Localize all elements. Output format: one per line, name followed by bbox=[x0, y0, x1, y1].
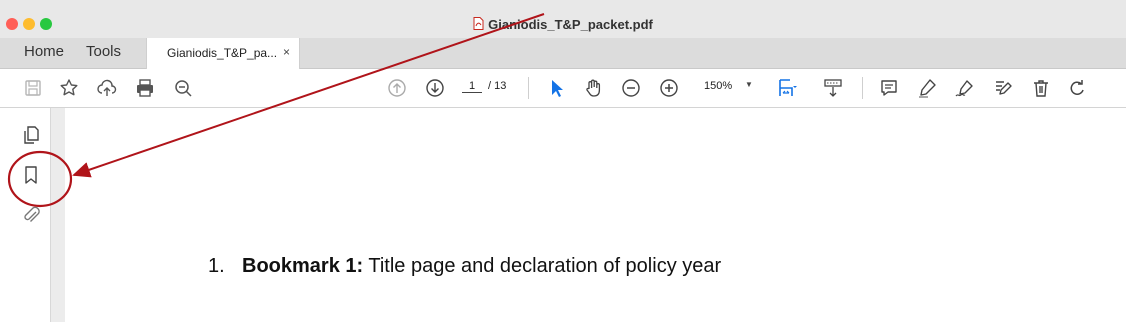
delete-icon[interactable] bbox=[1030, 77, 1052, 99]
left-navigation-rail bbox=[14, 108, 50, 322]
bookmark-icon[interactable] bbox=[20, 164, 42, 186]
toolbar: 1 / 13 150% ▼ bbox=[0, 69, 1126, 108]
rotate-icon[interactable] bbox=[1066, 77, 1088, 99]
window-title: Gianiodis_T&P_packet.pdf bbox=[0, 16, 1126, 33]
select-cursor-icon[interactable] bbox=[546, 77, 568, 99]
star-icon[interactable] bbox=[58, 77, 80, 99]
page-number-input[interactable]: 1 bbox=[462, 80, 482, 93]
fit-page-icon[interactable] bbox=[776, 77, 798, 99]
list-item-number: 1. bbox=[208, 255, 225, 277]
sign-icon[interactable] bbox=[954, 77, 976, 99]
pages-icon[interactable] bbox=[20, 124, 42, 146]
toolbar-divider bbox=[528, 77, 529, 99]
toolbar-divider-2 bbox=[862, 77, 863, 99]
list-item-heading: Bookmark 1: bbox=[242, 255, 364, 277]
window-title-text: Gianiodis_T&P_packet.pdf bbox=[488, 17, 653, 33]
close-tab-button[interactable]: × bbox=[283, 45, 290, 59]
zoom-in-icon[interactable] bbox=[658, 77, 680, 99]
upload-cloud-icon[interactable] bbox=[96, 77, 118, 99]
tab-home[interactable]: Home bbox=[24, 43, 64, 60]
document-page bbox=[65, 108, 1126, 322]
zoom-out-icon[interactable] bbox=[620, 77, 642, 99]
highlight-icon[interactable] bbox=[916, 77, 938, 99]
save-icon[interactable] bbox=[22, 77, 44, 99]
next-page-icon[interactable] bbox=[424, 77, 446, 99]
attachment-icon[interactable] bbox=[20, 204, 42, 226]
hand-icon[interactable] bbox=[582, 77, 604, 99]
scroll-mode-icon[interactable] bbox=[822, 77, 844, 99]
pdf-file-icon bbox=[473, 16, 484, 33]
edit-icon[interactable] bbox=[992, 77, 1014, 99]
tab-document-label: Gianiodis_T&P_pa... bbox=[167, 46, 278, 60]
bookmark-list-item: 1. Bookmark 1: Title page and declaration… bbox=[208, 255, 721, 278]
list-item-text: Title page and declaration of policy yea… bbox=[363, 255, 722, 277]
zoom-level-select[interactable]: 150% bbox=[704, 80, 732, 92]
zoom-search-icon[interactable] bbox=[172, 77, 194, 99]
prev-page-icon[interactable] bbox=[386, 77, 408, 99]
tab-tools[interactable]: Tools bbox=[86, 43, 121, 60]
zoom-dropdown-icon[interactable]: ▼ bbox=[745, 80, 753, 89]
comment-icon[interactable] bbox=[878, 77, 900, 99]
print-icon[interactable] bbox=[134, 77, 156, 99]
tab-document[interactable]: Gianiodis_T&P_pa... × bbox=[146, 38, 300, 69]
page-total: / 13 bbox=[488, 80, 507, 92]
navigation-pane-divider[interactable] bbox=[50, 108, 65, 322]
